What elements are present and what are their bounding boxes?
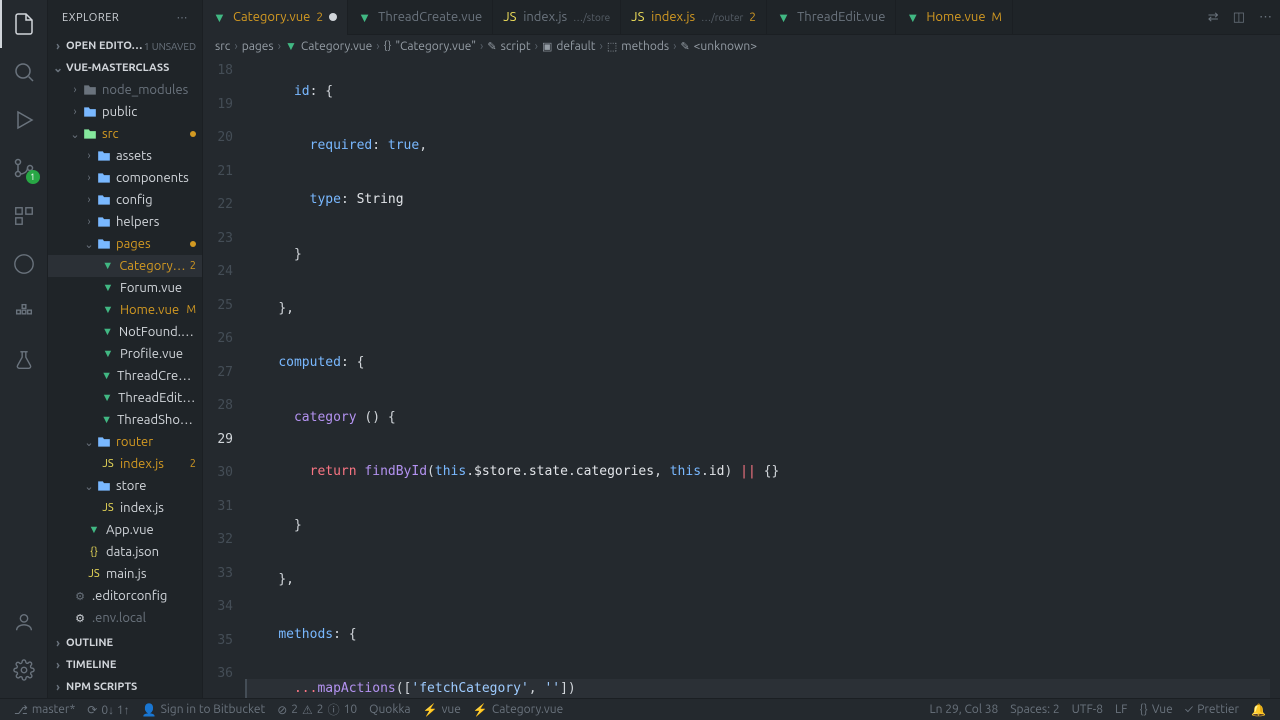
tree-src[interactable]: ⌄src — [48, 123, 202, 145]
status-sync[interactable]: ⟳0↓ 1↑ — [81, 703, 135, 717]
tree-components[interactable]: ›components — [48, 167, 202, 189]
tree-threadshow-vue[interactable]: ▼ThreadShow.vue — [48, 409, 202, 431]
split-editor-icon[interactable]: ◫ — [1233, 10, 1245, 25]
activity-explorer[interactable] — [0, 0, 48, 48]
tree-public[interactable]: ›public — [48, 101, 202, 123]
sidebar-more-icon[interactable]: ⋯ — [177, 11, 189, 24]
compare-changes-icon[interactable]: ⇄ — [1208, 10, 1219, 25]
status-notifications[interactable]: 🔔 — [1245, 703, 1272, 717]
section-outline[interactable]: ›OUTLINE — [48, 632, 202, 654]
line-gutter: 18192021222324252627282930313233343536 — [203, 57, 247, 698]
tab-bar: ▼Category.vue2 ▼ThreadCreate.vue JSindex… — [203, 0, 1280, 35]
activity-scm[interactable]: 1 — [0, 144, 48, 192]
tab-home[interactable]: ▼Home.vueM — [896, 0, 1013, 34]
status-vue[interactable]: ⚡vue — [417, 703, 467, 717]
section-project[interactable]: ⌄VUE-MASTERCLASS — [48, 57, 202, 79]
tab-threadedit[interactable]: ▼ThreadEdit.vue — [767, 0, 896, 34]
tree-store[interactable]: ⌄store — [48, 475, 202, 497]
tree-notfound-vue[interactable]: ▼NotFound.vue — [48, 321, 202, 343]
statusbar: ⎇master* ⟳0↓ 1↑ 👤Sign in to Bitbucket ⊘2… — [0, 698, 1280, 720]
tree-assets[interactable]: ›assets — [48, 145, 202, 167]
activity-settings[interactable] — [0, 646, 48, 694]
tree-category-vue[interactable]: ▼Category.…2 — [48, 255, 202, 277]
tree-helpers[interactable]: ›helpers — [48, 211, 202, 233]
activity-github[interactable] — [0, 240, 48, 288]
status-signin[interactable]: 👤Sign in to Bitbucket — [136, 703, 272, 717]
activity-extensions[interactable] — [0, 192, 48, 240]
status-lang[interactable]: {}Vue — [1133, 703, 1178, 717]
section-timeline[interactable]: ›TIMELINE — [48, 654, 202, 676]
tree-home-vue[interactable]: ▼Home.vueM — [48, 299, 202, 321]
tree-editorconfig[interactable]: ⚙.editorconfig — [48, 585, 202, 607]
activity-docker[interactable] — [0, 288, 48, 336]
section-open-editors[interactable]: ›OPEN EDITO…1 UNSAVED — [48, 35, 202, 57]
activity-test[interactable] — [0, 336, 48, 384]
activity-account[interactable] — [0, 598, 48, 646]
unsaved-dot-icon — [329, 13, 337, 21]
tab-category[interactable]: ▼Category.vue2 — [203, 0, 348, 34]
tree-threadedit-vue[interactable]: ▼ThreadEdit.vue — [48, 387, 202, 409]
tab-threadcreate[interactable]: ▼ThreadCreate.vue — [348, 0, 493, 34]
tree-pages[interactable]: ⌄pages — [48, 233, 202, 255]
tree-store-index[interactable]: JSindex.js — [48, 497, 202, 519]
status-problems[interactable]: ⊘2⚠2ⓘ10 — [271, 701, 363, 718]
status-encoding[interactable]: UTF-8 — [1066, 703, 1109, 717]
tree-main-js[interactable]: JSmain.js — [48, 563, 202, 585]
sidebar-title: EXPLORER ⋯ — [48, 0, 202, 35]
tab-more-icon[interactable]: ⋯ — [1259, 10, 1272, 25]
status-file[interactable]: ⚡Category.vue — [467, 703, 569, 717]
status-cursor[interactable]: Ln 29, Col 38 — [924, 703, 1005, 717]
tree-app-vue[interactable]: ▼App.vue — [48, 519, 202, 541]
status-spaces[interactable]: Spaces: 2 — [1004, 703, 1065, 717]
tree-router-index[interactable]: JSindex.js2 — [48, 453, 202, 475]
section-npm[interactable]: ›NPM SCRIPTS — [48, 676, 202, 698]
minimap[interactable] — [1270, 57, 1280, 698]
scm-badge: 1 — [26, 170, 40, 184]
tab-router-index[interactable]: JSindex.js…/router2 — [621, 0, 767, 34]
tree-forum-vue[interactable]: ▼Forum.vue — [48, 277, 202, 299]
tab-store-index[interactable]: JSindex.js…/store — [493, 0, 621, 34]
tree-data-json[interactable]: {}data.json — [48, 541, 202, 563]
tree-router[interactable]: ⌄router — [48, 431, 202, 453]
tree-node-modules[interactable]: ›node_modules — [48, 79, 202, 101]
status-eol[interactable]: LF — [1109, 703, 1133, 717]
tree-threadcreate-vue[interactable]: ▼ThreadCreate.… — [48, 365, 202, 387]
status-quokka[interactable]: Quokka — [363, 703, 416, 716]
tree-envlocal[interactable]: ⚙.env.local — [48, 607, 202, 629]
tree-config[interactable]: ›config — [48, 189, 202, 211]
tree-profile-vue[interactable]: ▼Profile.vue — [48, 343, 202, 365]
activity-run[interactable] — [0, 96, 48, 144]
breadcrumbs[interactable]: src› pages› ▼Category.vue› {}"Category.v… — [203, 35, 1280, 57]
code-editor[interactable]: id: { required: true, type: String } }, … — [247, 57, 1270, 698]
status-branch[interactable]: ⎇master* — [8, 703, 81, 717]
activity-search[interactable] — [0, 48, 48, 96]
status-prettier[interactable]: ✓Prettier — [1179, 703, 1245, 717]
